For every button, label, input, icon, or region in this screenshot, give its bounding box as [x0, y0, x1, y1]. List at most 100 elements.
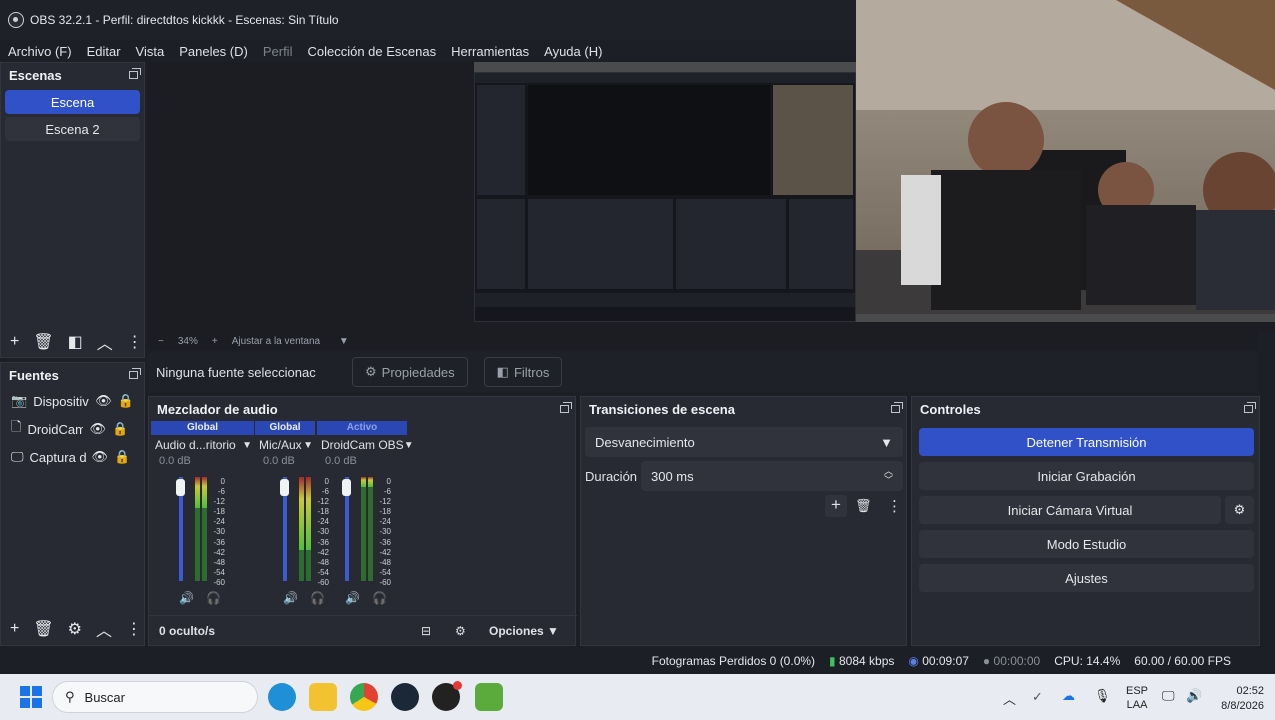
start-recording-button[interactable]: Iniciar Grabación [919, 462, 1254, 490]
menu-herramientas[interactable]: Herramientas [451, 44, 529, 59]
taskbar-search[interactable]: ⚲ Buscar [52, 681, 258, 713]
source-item[interactable]: 📷 Dispositiv 👁 🔒 [1, 387, 144, 415]
scenes-toolbar: + 🗑 ◧ ︿ ⋮ [1, 329, 146, 355]
droidcam-icon[interactable] [475, 683, 503, 711]
channel-name-dropdown[interactable]: Audio d...ritorio ▼ [151, 435, 254, 455]
rec-time: ● 00:00:00 [983, 654, 1040, 668]
transition-value: Desvanecimiento [595, 434, 695, 450]
chevron-up-icon[interactable]: ︿ [1003, 689, 1016, 708]
more-icon[interactable]: ⋮ [887, 497, 902, 515]
volume-slider-handle[interactable] [280, 479, 289, 496]
virtual-camera-settings-button[interactable]: ⚙ [1225, 496, 1254, 524]
add-icon[interactable]: + [10, 333, 19, 351]
network-icon[interactable]: 🖵 [1162, 688, 1175, 704]
scene-label: Escena [50, 94, 95, 110]
eye-icon[interactable]: 👁 [95, 393, 112, 409]
zoom-out-button[interactable]: − [158, 336, 164, 347]
options-button[interactable]: Opciones ▼ [489, 624, 559, 638]
layout-icon[interactable]: ⊟ [421, 624, 431, 638]
db-tick: -18 [379, 507, 391, 517]
chevron-down-icon: ▼ [338, 335, 349, 347]
source-item[interactable]: 🗋 DroidCam 👁 🔒 [1, 415, 144, 443]
lock-icon[interactable]: 🔒 [112, 421, 128, 437]
more-icon[interactable]: ⋮ [126, 619, 142, 639]
db-tick: -24 [379, 517, 391, 527]
db-tick: -12 [213, 497, 225, 507]
menu-archivo[interactable]: Archivo (F) [8, 44, 72, 59]
obs-taskbar-icon[interactable] [432, 681, 462, 711]
headphone-icon[interactable]: 🎧 [372, 591, 387, 605]
undock-icon[interactable] [891, 402, 903, 413]
lock-icon[interactable]: 🔒 [114, 449, 130, 465]
speaker-icon[interactable]: 🔊 [283, 591, 298, 605]
filter-icon[interactable]: ◧ [68, 332, 83, 352]
microphone-icon[interactable]: 🎙 [1094, 688, 1111, 704]
move-up-icon[interactable]: ︿ [97, 330, 113, 354]
transition-select[interactable]: Desvanecimiento ▼ [585, 427, 903, 457]
volume-icon[interactable]: 🔊 [1186, 688, 1202, 704]
source-item[interactable]: 🖵 Captura d 👁 🔒 [1, 443, 144, 471]
volume-slider-handle[interactable] [342, 479, 351, 496]
transitions-title: Transiciones de escena [589, 401, 735, 417]
language-indicator[interactable]: ESP LAA [1126, 684, 1148, 712]
db-tick: -30 [213, 527, 225, 537]
add-icon[interactable]: + [825, 495, 847, 517]
steam-icon[interactable] [391, 683, 419, 711]
trash-icon[interactable]: 🗑 [33, 332, 53, 352]
trash-icon[interactable]: 🗑 [855, 498, 872, 514]
zoom-in-button[interactable]: + [212, 336, 218, 347]
clock[interactable]: 02:52 8/8/2026 [1214, 684, 1264, 714]
zoom-fit-select[interactable]: Ajustar a la ventana ▼ [232, 336, 349, 347]
start-virtual-camera-button[interactable]: Iniciar Cámara Virtual [919, 496, 1221, 524]
file-explorer-icon[interactable] [309, 683, 337, 711]
clock-date: 8/8/2026 [1221, 700, 1264, 712]
channel-name-dropdown[interactable]: Mic/Aux ▼ [255, 435, 315, 455]
gear-icon[interactable]: ⚙ [68, 619, 82, 639]
live-badge-icon [453, 681, 462, 690]
stop-stream-button[interactable]: Detener Transmisión [919, 428, 1254, 456]
scene-item-escena-2[interactable]: Escena 2 [5, 117, 140, 141]
gear-icon[interactable]: ⚙ [455, 624, 466, 638]
speaker-icon[interactable]: 🔊 [179, 591, 194, 605]
onedrive-icon[interactable]: ☁ [1062, 688, 1075, 704]
menu-editar[interactable]: Editar [87, 44, 121, 59]
menu-perfil[interactable]: Perfil [263, 44, 293, 59]
chrome-icon[interactable] [350, 683, 378, 711]
channel-name: Audio d...ritorio [155, 438, 236, 452]
hidden-count: 0 oculto/s [159, 623, 216, 638]
menu-paneles[interactable]: Paneles (D) [179, 44, 248, 59]
duration-spinbox[interactable]: 300 ms ︿ ﹀ [641, 461, 903, 491]
headphone-icon[interactable]: 🎧 [206, 591, 221, 605]
menu-ayuda[interactable]: Ayuda (H) [544, 44, 602, 59]
speaker-icon[interactable]: 🔊 [345, 591, 360, 605]
lock-icon[interactable]: 🔒 [118, 393, 134, 409]
menu-coleccion-escenas[interactable]: Colección de Escenas [307, 44, 436, 59]
mixer-channel: Global Mic/Aux ▼ 0.0 dB 0 -6 -12 -18 -24 -30 -36 -4… [255, 421, 329, 609]
settings-button[interactable]: Ajustes [919, 564, 1254, 592]
filters-button[interactable]: ◧ Filtros [483, 357, 563, 387]
more-icon[interactable]: ⋮ [127, 332, 143, 352]
db-tick: -12 [379, 497, 391, 507]
undock-icon[interactable] [129, 368, 141, 379]
undock-icon[interactable] [560, 402, 572, 413]
eye-icon[interactable]: 👁 [89, 421, 106, 437]
db-tick: -60 [379, 577, 391, 587]
studio-mode-button[interactable]: Modo Estudio [919, 530, 1254, 558]
db-tick: -18 [213, 507, 225, 517]
spin-arrows-icon[interactable]: ︿ ﹀ [884, 467, 893, 485]
windows-start-icon[interactable] [17, 683, 45, 711]
eye-icon[interactable]: 👁 [92, 449, 109, 465]
scene-item-escena[interactable]: Escena [5, 90, 140, 114]
undock-icon[interactable] [129, 68, 141, 79]
add-icon[interactable]: + [10, 620, 19, 638]
menu-vista[interactable]: Vista [136, 44, 165, 59]
trash-icon[interactable]: 🗑 [33, 619, 53, 639]
broadcast-icon: ◉ [908, 654, 919, 668]
move-up-icon[interactable]: ︿ [96, 617, 112, 641]
edge-icon[interactable] [268, 683, 296, 711]
undock-icon[interactable] [1244, 402, 1256, 413]
channel-name-dropdown[interactable]: DroidCam OBS ▼ [317, 435, 414, 455]
nvidia-icon[interactable]: ✓ [1032, 689, 1043, 705]
volume-slider-handle[interactable] [176, 479, 185, 496]
properties-button[interactable]: ⚙ Propiedades [352, 357, 468, 387]
